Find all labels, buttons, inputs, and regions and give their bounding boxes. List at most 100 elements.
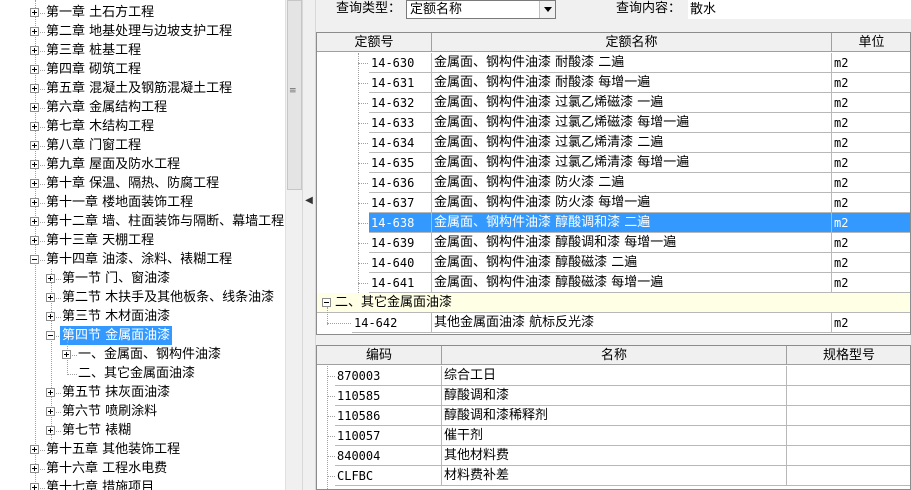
quota-row[interactable]: 14-636 金属面、钢构件油漆 防火漆 二遍 m2 [317,173,910,193]
expand-plus-icon[interactable] [62,350,71,359]
quota-row[interactable]: 14-630 金属面、钢构件油漆 耐酸漆 二遍 m2 [317,53,910,73]
tree-item-chapter[interactable]: 第十六章 工程水电费 [0,459,285,478]
tree-item-chapter[interactable]: 第八章 门窗工程 [0,136,285,155]
tree-item-chapter[interactable]: 第三章 桩基工程 [0,41,285,60]
tree-item-chapter[interactable]: 第十章 保温、隔热、防腐工程 [0,174,285,193]
query-content-input[interactable] [688,0,911,19]
quota-group-row[interactable]: 二、其它金属面油漆 [317,293,910,313]
expand-plus-icon[interactable] [46,293,55,302]
query-bar: 查询类型： 定额名称 查询内容： [316,0,911,26]
quota-table[interactable]: 定额号 定额名称 单位 14-630 金属面、钢构件油漆 耐酸漆 二遍 m2 14-631 金… [316,32,911,335]
panel-splitter[interactable] [302,0,316,490]
query-type-select[interactable]: 定额名称 [406,0,556,19]
quota-row[interactable]: 14-631 金属面、钢构件油漆 耐酸漆 每增一遍 m2 [317,73,910,93]
expand-plus-icon[interactable] [30,160,39,169]
expand-plus-icon[interactable] [46,312,55,321]
tree-item-section[interactable]: 第六节 喷刷涂料 [0,402,285,421]
expand-plus-icon[interactable] [30,122,39,131]
tree-item-section[interactable]: 第五节 抹灰面油漆 [0,383,285,402]
tree-label: 第三节 木材面油漆 [62,309,171,324]
tree-item-chapter[interactable]: 第六章 金属结构工程 [0,98,285,117]
material-row[interactable]: 870003 综合工日 [317,366,910,386]
tree-item-section[interactable]: 第七节 裱糊 [0,421,285,440]
tree-item-chapter[interactable]: 第十七章 措施项目 [0,478,285,490]
material-row[interactable]: CLFBC 材料费补差 [317,466,910,486]
material-row[interactable]: 110586 醇酸调和漆稀释剂 [317,406,910,426]
expand-plus-icon[interactable] [30,236,39,245]
tree-item-chapter[interactable]: 第十二章 墙、柱面装饰与隔断、幕墙工程 [0,212,285,231]
tree-item-chapter[interactable]: 第九章 屋面及防水工程 [0,155,285,174]
material-branch-line [327,476,335,477]
material-header-cell[interactable]: 规格型号 [787,346,910,365]
tree-item-chapter[interactable]: 第十三章 天棚工程 [0,231,285,250]
material-header-cell[interactable]: 名称 [442,346,787,365]
expand-plus-icon[interactable] [30,217,39,226]
quota-unit-cell: m2 [832,73,910,93]
quota-header-cell[interactable]: 单位 [832,33,910,52]
tree-item-section-selected[interactable]: 第四节 金属面油漆 [0,326,285,345]
tree-item-chapter[interactable]: 第四章 砌筑工程 [0,60,285,79]
tree-item-chapter[interactable]: 第五章 混凝土及钢筋混凝土工程 [0,79,285,98]
quota-row[interactable]: 14-638 金属面、钢构件油漆 醇酸调和漆 二遍 m2 [317,213,910,233]
tree-scrollbar[interactable] [285,0,302,490]
quota-row[interactable]: 14-637 金属面、钢构件油漆 防火漆 每增一遍 m2 [317,193,910,213]
chapter-tree[interactable]: 第一章 土石方工程 第二章 地基处理与边坡支护工程 第三章 桩基工程 第四章 砌筑工程… [0,0,285,490]
tree-item-chapter[interactable]: 第十五章 其他装饰工程 [0,440,285,459]
tree-item-section[interactable]: 第一节 门、窗油漆 [0,269,285,288]
expand-plus-icon[interactable] [30,46,39,55]
tree-item-chapter[interactable]: 第二章 地基处理与边坡支护工程 [0,22,285,41]
quota-row[interactable]: 14-642 其他金属面油漆 航标反光漆 m2 [317,313,910,333]
material-header-cell[interactable]: 编码 [317,346,442,365]
expand-plus-icon[interactable] [30,27,39,36]
expand-plus-icon[interactable] [46,274,55,283]
quota-row[interactable]: 14-635 金属面、钢构件油漆 过氯乙烯清漆 每增一遍 m2 [317,153,910,173]
tree-item-section[interactable]: 第二节 木扶手及其他板条、线条油漆 [0,288,285,307]
material-row[interactable]: 110057 催干剂 [317,426,910,446]
expand-plus-icon[interactable] [30,103,39,112]
expand-plus-icon[interactable] [30,84,39,93]
expand-plus-icon[interactable] [46,426,55,435]
quota-row[interactable]: 14-640 金属面、钢构件油漆 醇酸磁漆 二遍 m2 [317,253,910,273]
material-branch-line [327,396,335,397]
expand-plus-icon[interactable] [30,65,39,74]
expand-plus-icon[interactable] [30,464,39,473]
tree-item-chapter[interactable]: 第十一章 楼地面装饰工程 [0,193,285,212]
quota-code-cell: 14-637 [369,193,432,213]
material-row[interactable]: 840004 其他材料费 [317,446,910,466]
expand-plus-icon[interactable] [46,388,55,397]
material-code-cell: 110057 [335,426,442,446]
tree-label: 一、金属面、钢构件油漆 [78,347,222,362]
material-row[interactable]: 110585 醇酸调和漆 [317,386,910,406]
material-table[interactable]: 编码 名称 规格型号 870003 综合工日 110585 醇酸调和漆 110586 醇酸调和漆… [316,345,911,490]
tree-item-subsection[interactable]: 一、金属面、钢构件油漆 [0,345,285,364]
quota-header-cell[interactable]: 定额名称 [432,33,832,52]
material-code-cell: 870003 [335,366,442,386]
material-name-cell: 其他材料费 [442,446,787,466]
chevron-down-icon[interactable] [539,1,555,18]
quota-row[interactable]: 14-633 金属面、钢构件油漆 过氯乙烯磁漆 每增一遍 m2 [317,113,910,133]
tree-item-chapter[interactable]: 第一章 土石方工程 [0,3,285,22]
tree-label: 第十章 保温、隔热、防腐工程 [46,176,220,191]
quota-row[interactable]: 14-641 金属面、钢构件油漆 醇酸磁漆 每增一遍 m2 [317,273,910,293]
expand-plus-icon[interactable] [30,483,39,490]
expand-plus-icon[interactable] [46,407,55,416]
expand-plus-icon[interactable] [30,445,39,454]
collapse-minus-icon[interactable] [322,298,331,307]
expand-plus-icon[interactable] [30,198,39,207]
collapse-left-arrow-icon[interactable]: ◀ [303,192,315,210]
query-type-value: 定额名称 [410,2,463,17]
quota-row[interactable]: 14-634 金属面、钢构件油漆 过氯乙烯清漆 二遍 m2 [317,133,910,153]
expand-plus-icon[interactable] [30,8,39,17]
quota-code-cell: 14-638 [369,213,432,233]
expand-plus-icon[interactable] [30,141,39,150]
quota-header-cell[interactable]: 定额号 [317,33,432,52]
quota-row[interactable]: 14-632 金属面、钢构件油漆 过氯乙烯磁漆 一遍 m2 [317,93,910,113]
tree-item-subsection[interactable]: 二、其它金属面油漆 [0,364,285,383]
tree-item-chapter-14[interactable]: 第十四章 油漆、涂料、裱糊工程 [0,250,285,269]
expand-plus-icon[interactable] [30,179,39,188]
quota-row[interactable]: 14-639 金属面、钢构件油漆 醇酸调和漆 每增一遍 m2 [317,233,910,253]
tree-item-section[interactable]: 第三节 木材面油漆 [0,307,285,326]
collapse-minus-icon[interactable] [30,255,39,264]
collapse-minus-icon[interactable] [46,331,55,340]
tree-item-chapter[interactable]: 第七章 木结构工程 [0,117,285,136]
